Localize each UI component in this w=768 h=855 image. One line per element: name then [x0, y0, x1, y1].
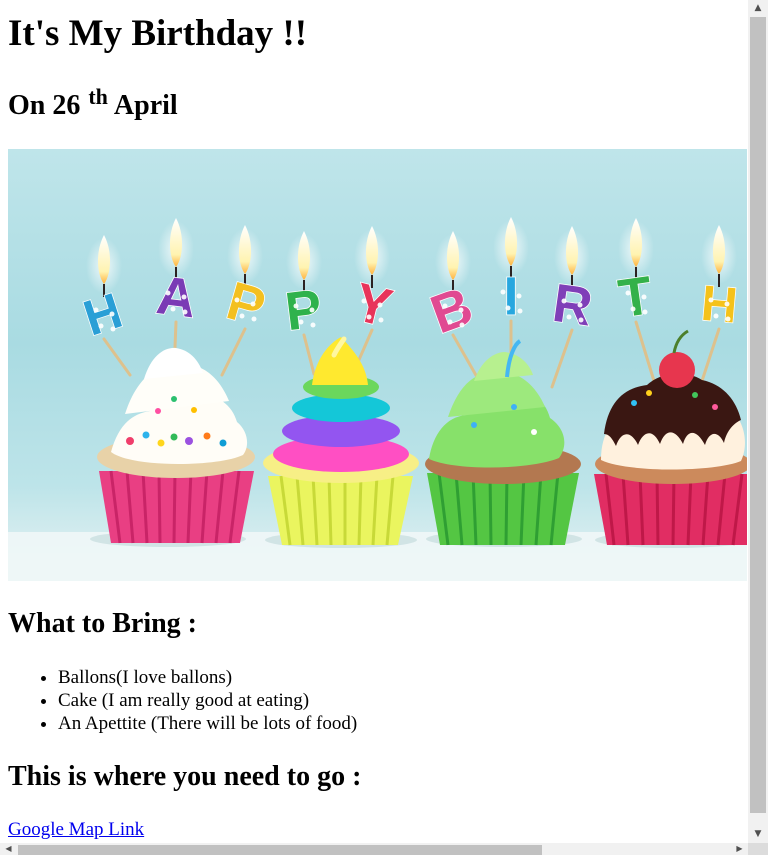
candle-polka-dot [98, 323, 104, 329]
candle-polka-dot [630, 306, 636, 312]
candle-polka-dot [170, 306, 176, 312]
bring-item-balloons: Ballons(I love ballons) [58, 666, 357, 689]
birthday-image-illustration: HAPPYBIRTH [8, 217, 747, 581]
scroll-left-arrow-icon[interactable]: ◀ [0, 843, 17, 855]
candle-polka-dot [293, 303, 299, 309]
page-content: It's My Birthday !! On 26th April HAPPYBI… [0, 0, 748, 843]
candle-polka-dot [500, 289, 506, 295]
google-map-link[interactable]: Google Map Link [8, 818, 144, 842]
candle-polka-dot [566, 314, 572, 320]
candle-polka-dot [181, 294, 187, 300]
candle-polka-dot [377, 302, 383, 308]
candle-polka-dot [182, 309, 188, 315]
date-prefix: On 26 [8, 90, 81, 121]
candle-polka-dot [516, 293, 522, 299]
candle-polka-dot [459, 322, 465, 328]
bring-item-cake: Cake (I am really good at eating) [58, 689, 357, 712]
birthday-cupcakes-image: HAPPYBIRTH [8, 149, 747, 581]
candle-polka-dot [93, 307, 99, 313]
date-month: April [113, 90, 178, 121]
horizontal-scrollbar[interactable]: ◀ ▶ [0, 843, 768, 855]
vertical-scroll-thumb[interactable] [750, 17, 766, 813]
candle-polka-dot [109, 311, 115, 317]
scroll-right-arrow-icon[interactable]: ▶ [731, 843, 748, 855]
birthday-date-heading: On 26 th April [8, 83, 178, 126]
candle-polka-dot [708, 297, 714, 303]
location-heading: This is where you need to go : [8, 761, 362, 792]
candle-letter: R [549, 273, 596, 338]
candle-polka-dot [577, 302, 583, 308]
scroll-up-arrow-icon[interactable]: ▲ [748, 0, 768, 17]
candle-polka-dot [250, 301, 256, 307]
candle-polka-dot [239, 313, 245, 319]
scrollbar-corner [748, 843, 768, 855]
candle-polka-dot [251, 316, 257, 322]
candle-polka-dot [110, 326, 116, 332]
candle-letter: H [699, 275, 740, 334]
horizontal-scroll-thumb[interactable] [18, 845, 542, 855]
candle-letter: I [503, 266, 518, 326]
candle-polka-dot [310, 322, 316, 328]
candle-polka-dot [505, 305, 511, 311]
candle-polka-dot [458, 307, 464, 313]
vertical-scrollbar[interactable]: ▲ ▼ [748, 0, 768, 843]
candle-letter: A [153, 265, 199, 329]
candle-polka-dot [713, 313, 719, 319]
candle-polka-dot [641, 294, 647, 300]
candle-polka-dot [165, 290, 171, 296]
candle-polka-dot [234, 297, 240, 303]
candle-polka-dot [724, 301, 730, 307]
date-suffix: th [88, 83, 108, 109]
candle-polka-dot [625, 290, 631, 296]
candle-polka-dot [309, 307, 315, 313]
candle-polka-dot [361, 298, 367, 304]
candle-polka-dot [642, 309, 648, 315]
bring-item-appetite: An Apettite (There will be lots of food) [58, 712, 357, 735]
candle-polka-dot [442, 303, 448, 309]
candle-polka-dot [298, 319, 304, 325]
what-to-bring-heading: What to Bring : [8, 608, 197, 639]
candle-polka-dot [517, 308, 523, 314]
candle-polka-dot [366, 314, 372, 320]
what-to-bring-list: Ballons(I love ballons) Cake (I am reall… [18, 666, 357, 735]
candle-polka-dot [725, 316, 731, 322]
page-title: It's My Birthday !! [8, 13, 308, 54]
scroll-down-arrow-icon[interactable]: ▼ [748, 826, 768, 843]
candle-polka-dot [378, 317, 384, 323]
candle-polka-dot [447, 319, 453, 325]
candle-letter: P [282, 278, 325, 342]
candle-polka-dot [561, 298, 567, 304]
candle-polka-dot [578, 317, 584, 323]
